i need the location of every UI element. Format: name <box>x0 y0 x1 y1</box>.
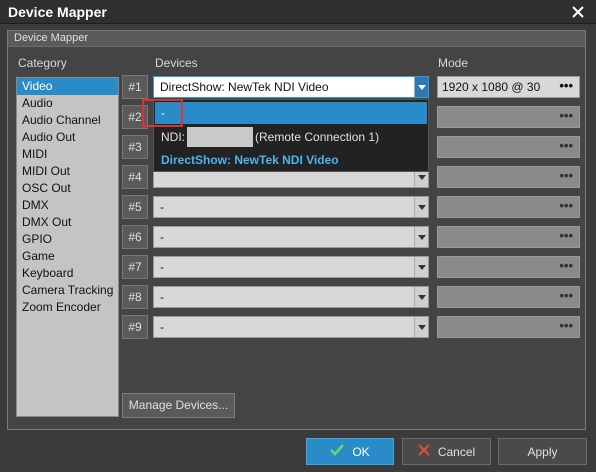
apply-button[interactable]: Apply <box>498 438 587 465</box>
dropdown-item-prefix: NDI: <box>161 130 185 144</box>
category-item-keyboard[interactable]: Keyboard <box>17 265 118 282</box>
devices-column-label: Devices <box>155 56 198 70</box>
more-options-icon[interactable]: ••• <box>559 288 573 303</box>
chevron-down-icon[interactable] <box>414 317 428 337</box>
row-number: #5 <box>122 195 148 219</box>
row-number: #4 <box>122 165 148 189</box>
manage-devices-button[interactable]: Manage Devices... <box>122 393 235 418</box>
apply-label: Apply <box>527 444 558 459</box>
category-item-camera-tracking[interactable]: Camera Tracking <box>17 282 118 299</box>
device-combo-5[interactable]: - <box>153 196 429 218</box>
chevron-down-icon[interactable] <box>414 227 428 247</box>
more-options-icon[interactable]: ••• <box>559 138 573 153</box>
device-combo-value: - <box>160 200 164 214</box>
dropdown-item-ndi-remote[interactable]: NDI: (Remote Connection 1) <box>155 126 427 148</box>
category-list[interactable]: Video Audio Audio Channel Audio Out MIDI… <box>16 77 119 417</box>
ok-label: OK <box>352 444 370 459</box>
category-item-video[interactable]: Video <box>17 78 118 95</box>
category-item-audio-channel[interactable]: Audio Channel <box>17 112 118 129</box>
row-number: #8 <box>122 285 148 309</box>
chevron-down-icon[interactable] <box>414 77 428 97</box>
device-dropdown-list: - NDI: (Remote Connection 1) DirectShow: … <box>153 99 429 172</box>
more-options-icon[interactable]: ••• <box>559 168 573 183</box>
more-options-icon[interactable]: ••• <box>559 108 573 123</box>
more-options-icon[interactable]: ••• <box>559 258 573 273</box>
checkmark-icon <box>330 444 345 459</box>
mode-field-4[interactable]: ••• <box>437 166 580 188</box>
chevron-down-icon[interactable] <box>414 197 428 217</box>
mode-field-8[interactable]: ••• <box>437 286 580 308</box>
device-combo-value: - <box>160 230 164 244</box>
more-options-icon[interactable]: ••• <box>559 228 573 243</box>
mode-field-7[interactable]: ••• <box>437 256 580 278</box>
mode-field-3[interactable]: ••• <box>437 136 580 158</box>
mode-field-5[interactable]: ••• <box>437 196 580 218</box>
category-item-dmx-out[interactable]: DMX Out <box>17 214 118 231</box>
category-column-label: Category <box>18 56 67 70</box>
cancel-button[interactable]: Cancel <box>402 438 491 465</box>
chevron-down-icon[interactable] <box>414 287 428 307</box>
category-item-midi[interactable]: MIDI <box>17 146 118 163</box>
category-item-zoom-encoder[interactable]: Zoom Encoder <box>17 299 118 316</box>
cancel-label: Cancel <box>437 444 476 459</box>
mode-field-1[interactable]: 1920 x 1080 @ 30 ••• <box>437 76 580 98</box>
device-combo-7[interactable]: - <box>153 256 429 278</box>
mode-field-6[interactable]: ••• <box>437 226 580 248</box>
row-number: #1 <box>122 75 148 99</box>
device-combo-value: - <box>160 290 164 304</box>
window-title: Device Mapper <box>8 4 107 20</box>
row-number: #3 <box>122 135 148 159</box>
chevron-down-icon[interactable] <box>414 257 428 277</box>
group-header: Device Mapper <box>8 31 585 47</box>
dropdown-item-directshow-ndi[interactable]: DirectShow: NewTek NDI Video <box>155 149 427 171</box>
redacted-block <box>187 126 253 147</box>
device-combo-value: - <box>160 320 164 334</box>
category-item-game[interactable]: Game <box>17 248 118 265</box>
mode-value: 1920 x 1080 @ 30 <box>442 80 541 94</box>
device-combo-value: DirectShow: NewTek NDI Video <box>160 80 329 94</box>
x-icon <box>418 444 430 459</box>
mode-field-9[interactable]: ••• <box>437 316 580 338</box>
group-title: Device Mapper <box>14 32 88 44</box>
more-options-icon[interactable]: ••• <box>559 198 573 213</box>
close-icon[interactable] <box>568 2 588 22</box>
more-options-icon[interactable]: ••• <box>559 318 573 333</box>
category-item-gpio[interactable]: GPIO <box>17 231 118 248</box>
mode-column-label: Mode <box>438 56 469 70</box>
category-item-midi-out[interactable]: MIDI Out <box>17 163 118 180</box>
row-number: #7 <box>122 255 148 279</box>
more-options-icon[interactable]: ••• <box>559 78 573 93</box>
device-combo-9[interactable]: - <box>153 316 429 338</box>
title-bar: Device Mapper <box>0 0 596 24</box>
row-number: #9 <box>122 315 148 339</box>
row-number: #6 <box>122 225 148 249</box>
device-combo-6[interactable]: - <box>153 226 429 248</box>
device-combo-value: - <box>160 260 164 274</box>
ok-button[interactable]: OK <box>306 438 394 465</box>
red-highlight-box <box>142 99 183 127</box>
mode-field-2[interactable]: ••• <box>437 106 580 128</box>
device-combo-8[interactable]: - <box>153 286 429 308</box>
dropdown-item-suffix: (Remote Connection 1) <box>255 130 380 144</box>
category-item-dmx[interactable]: DMX <box>17 197 118 214</box>
category-item-audio[interactable]: Audio <box>17 95 118 112</box>
category-item-osc-out[interactable]: OSC Out <box>17 180 118 197</box>
device-combo-1[interactable]: DirectShow: NewTek NDI Video <box>153 76 429 98</box>
dropdown-item-none[interactable]: - <box>155 102 427 124</box>
category-item-audio-out[interactable]: Audio Out <box>17 129 118 146</box>
